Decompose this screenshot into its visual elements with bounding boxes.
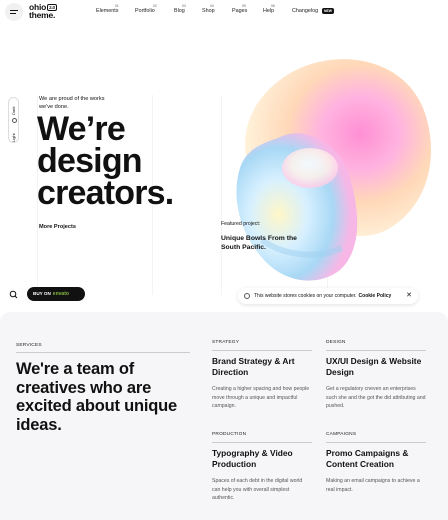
cookie-icon bbox=[244, 293, 250, 299]
site-logo[interactable]: ohio 2.0 theme. bbox=[29, 3, 57, 19]
search-icon bbox=[9, 290, 18, 299]
divider bbox=[16, 352, 190, 353]
featured-project-title[interactable]: Unique Bowls From the South Pacific. bbox=[221, 234, 301, 252]
cookie-policy-link[interactable]: Cookie Policy bbox=[359, 293, 392, 299]
menu-line-icon bbox=[10, 13, 16, 14]
services-title: We're a team of creatives who are excite… bbox=[16, 360, 178, 434]
more-projects-link[interactable]: More Projects bbox=[39, 224, 76, 230]
hero-headline: We’re design creators. bbox=[37, 110, 174, 212]
site-header: ohio 2.0 theme. 01 Elements 02 Portfolio … bbox=[0, 0, 448, 24]
featured-project-label: Featured project: bbox=[221, 221, 261, 227]
cookie-notice: This website stores cookies on your comp… bbox=[238, 288, 418, 304]
logo-text-2: theme. bbox=[29, 10, 56, 20]
hero-intro-text: We are proud of the works we've done. bbox=[39, 96, 105, 110]
hamburger-menu-button[interactable] bbox=[5, 3, 23, 21]
services-label: SERVICES bbox=[16, 343, 42, 348]
cookie-text: This website stores cookies on your comp… bbox=[254, 293, 357, 299]
service-strategy[interactable]: STRATEGY Brand Strategy & Art Direction … bbox=[212, 340, 312, 411]
envato-logo: envato bbox=[52, 291, 69, 297]
close-icon[interactable]: ✕ bbox=[406, 288, 412, 304]
service-design[interactable]: DESIGN UX/UI Design & Website Design Get… bbox=[326, 340, 426, 411]
services-section: SERVICES We're a team of creatives who a… bbox=[0, 312, 448, 520]
service-campaigns[interactable]: CAMPAIGNS Promo Campaigns & Content Crea… bbox=[326, 432, 426, 494]
new-badge: NEW bbox=[322, 8, 334, 14]
buy-on-envato-button[interactable]: BUY ON envato bbox=[27, 287, 85, 301]
service-production[interactable]: PRODUCTION Typography & Video Production… bbox=[212, 432, 312, 503]
menu-line-icon bbox=[10, 10, 18, 11]
search-button[interactable] bbox=[5, 286, 23, 304]
